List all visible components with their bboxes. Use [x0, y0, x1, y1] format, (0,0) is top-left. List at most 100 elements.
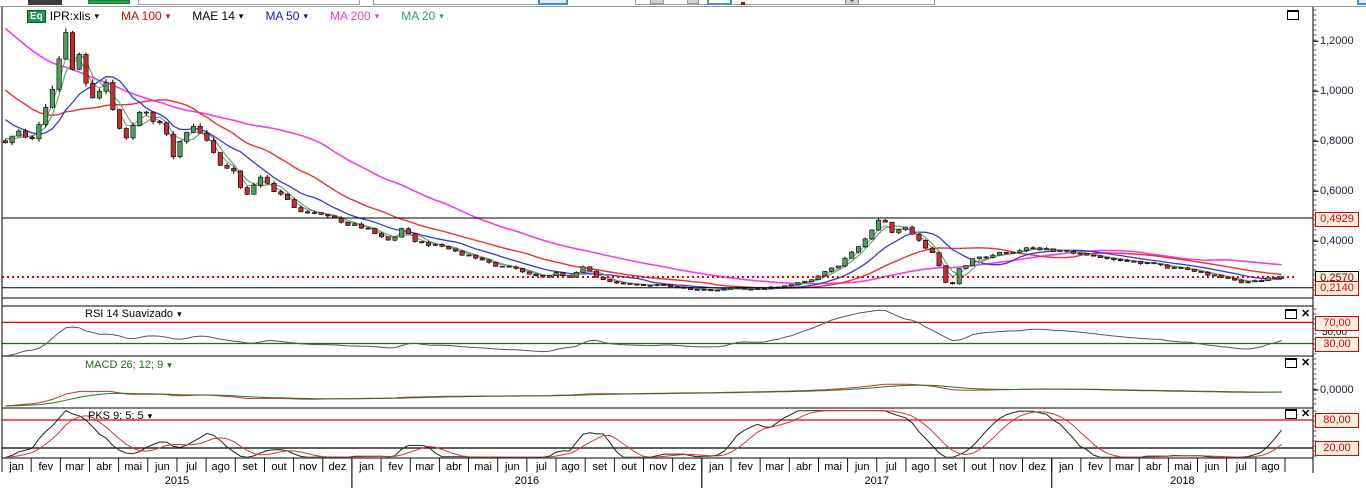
pks-panel-title[interactable]: PKS 9; 5; 5 ▾: [88, 410, 152, 422]
macd-close-icon[interactable]: ✕: [1301, 358, 1310, 368]
legend-item-label: MA 50: [265, 9, 299, 23]
legend-item-label: MA 100: [121, 9, 162, 23]
rsi-line: [5, 310, 1281, 356]
ma-50-line: [5, 77, 1281, 290]
time-axis-year-label: 2015: [2, 475, 352, 487]
rsi-close-icon[interactable]: ✕: [1301, 309, 1310, 319]
trading-chart-window: + Eq IPR:xlis ▾ MA 100▾MAE 14▾MA 50▾MA 2…: [0, 0, 1366, 488]
price-axis-tick-label: 0,8000: [1320, 135, 1366, 148]
macd-layer: [5, 384, 1281, 406]
equity-badge: Eq: [27, 10, 46, 23]
price-axis-tick-label: 0,4000: [1320, 235, 1366, 248]
macd-title-label: MACD 26; 12; 9: [85, 359, 163, 371]
legend-item-label: MA 200: [330, 9, 371, 23]
time-axis-month-label: jun: [498, 461, 527, 473]
time-axis-month-label: abr: [1139, 461, 1168, 473]
rsi-level-label[interactable]: 70,00: [1315, 316, 1359, 331]
time-axis-month-label: nov: [294, 461, 323, 473]
stoch-layer: [5, 411, 1281, 458]
time-axis-month-label: jun: [148, 461, 177, 473]
record-dot-icon: [741, 2, 745, 5]
toolbar-input-fragment[interactable]: [373, 0, 541, 5]
add-button-fragment[interactable]: +: [845, 0, 859, 5]
ticker-label: IPR:xlis: [50, 9, 91, 23]
toolbar-button-fragment[interactable]: [650, 0, 664, 4]
time-axis-month-label: mai: [119, 461, 148, 473]
chevron-down-icon: ▾: [239, 11, 244, 22]
time-axis-month-label: dez: [673, 461, 702, 473]
time-axis-month-label: out: [614, 461, 643, 473]
toolbar-input-fragment[interactable]: [138, 0, 360, 5]
toolbar-fragment[interactable]: [88, 0, 130, 4]
price-axis-tick-label: 0,6000: [1320, 185, 1366, 198]
time-axis-month-label: mar: [410, 461, 439, 473]
time-axis-month-label: mar: [60, 461, 89, 473]
price-level-label[interactable]: 0,2140: [1315, 281, 1359, 296]
pks-close-icon[interactable]: ✕: [1301, 409, 1310, 419]
price-level-label[interactable]: 0,4929: [1315, 212, 1359, 227]
mae-14-line: [5, 57, 1281, 290]
pks-maximize-icon[interactable]: [1285, 409, 1297, 419]
macd-panel-title[interactable]: MACD 26; 12; 9▾: [85, 359, 172, 371]
chevron-down-icon: ▾: [148, 411, 153, 421]
toolbar-input-fragment[interactable]: [635, 0, 935, 5]
ma-legend-items: MA 100▾MAE 14▾MA 50▾MA 200▾MA 20▾: [121, 7, 466, 25]
chevron-down-icon: ▾: [177, 309, 182, 319]
toolbar-selected-button-fragment[interactable]: [707, 0, 732, 5]
time-axis-month-label: mar: [760, 461, 789, 473]
time-axis-month-label: jan: [2, 461, 31, 473]
price-axis-tick-label: 1,0000: [1320, 85, 1366, 98]
rsi-panel-title[interactable]: RSI 14 Suavizado ▾: [85, 308, 182, 320]
toolbar-cutoff-strip: +: [0, 0, 1366, 6]
time-axis-month-label: fev: [381, 461, 410, 473]
time-axis-month-label: ago: [1256, 461, 1285, 473]
rsi-title-label: RSI 14 Suavizado: [85, 308, 173, 320]
time-axis-month-label: mai: [469, 461, 498, 473]
time-axis-month-label: set: [585, 461, 614, 473]
toolbar-fragment[interactable]: [28, 0, 62, 5]
ma-200-line: [5, 29, 1281, 284]
time-axis-month-label: abr: [90, 461, 119, 473]
toolbar-selected-button-fragment[interactable]: [1357, 0, 1366, 5]
time-axis-month-label: jan: [702, 461, 731, 473]
time-axis-month-label: set: [935, 461, 964, 473]
rsi-level-label[interactable]: 30,00: [1315, 337, 1359, 352]
legend-item-mae-14[interactable]: MAE 14▾: [192, 9, 243, 23]
stoch-d-line: [5, 411, 1281, 458]
main-chart-maximize-icon[interactable]: [1287, 10, 1299, 20]
legend-item-label: MA 20: [401, 9, 435, 23]
pks-title-label: PKS 9; 5; 5: [88, 410, 144, 422]
time-axis-month-label: out: [264, 461, 293, 473]
stoch-k-line: [5, 411, 1281, 458]
legend-item-ma-20[interactable]: MA 20▾: [401, 9, 444, 23]
time-axis-month-label: mai: [819, 461, 848, 473]
time-axis-month-label: nov: [644, 461, 673, 473]
macd-maximize-icon[interactable]: [1285, 358, 1297, 368]
chevron-down-icon: ▾: [303, 11, 308, 22]
rsi-layer: [5, 310, 1281, 356]
legend-item-ma-200[interactable]: MA 200 ▾: [330, 9, 379, 23]
time-axis-month-label: fev: [731, 461, 760, 473]
time-axis-month-label: jul: [877, 461, 906, 473]
legend-item-ma-50[interactable]: MA 50 ▾: [265, 9, 308, 23]
time-axis-month-label: out: [964, 461, 993, 473]
time-axis-month-label: jan: [1052, 461, 1081, 473]
time-axis-year-label: 2017: [702, 475, 1052, 487]
time-axis-month-label: ago: [906, 461, 935, 473]
price-chart-canvas[interactable]: [0, 0, 1366, 488]
indicator-legend: Eq IPR:xlis ▾ MA 100▾MAE 14▾MA 50▾MA 200…: [27, 8, 466, 24]
stoch-level-label[interactable]: 20,00: [1315, 441, 1359, 456]
rsi-maximize-icon[interactable]: [1285, 309, 1297, 319]
time-axis-year-label: 2018: [1052, 475, 1313, 487]
macd-zero-axis-label: 0,0000: [1320, 384, 1366, 397]
toolbar-button-fragment[interactable]: [687, 0, 699, 4]
legend-item-ma-100[interactable]: MA 100▾: [121, 9, 170, 23]
time-axis-month-label: abr: [439, 461, 468, 473]
stoch-level-label[interactable]: 80,00: [1315, 413, 1359, 428]
main-chart-layer: [3, 28, 1284, 291]
chevron-down-icon: ▾: [375, 11, 380, 22]
price-axis-tick-label: 1,2000: [1320, 35, 1366, 48]
toolbar-selected-button-fragment[interactable]: [538, 0, 568, 5]
time-axis-month-label: jun: [848, 461, 877, 473]
ticker-dropdown[interactable]: IPR:xlis ▾: [50, 9, 99, 23]
